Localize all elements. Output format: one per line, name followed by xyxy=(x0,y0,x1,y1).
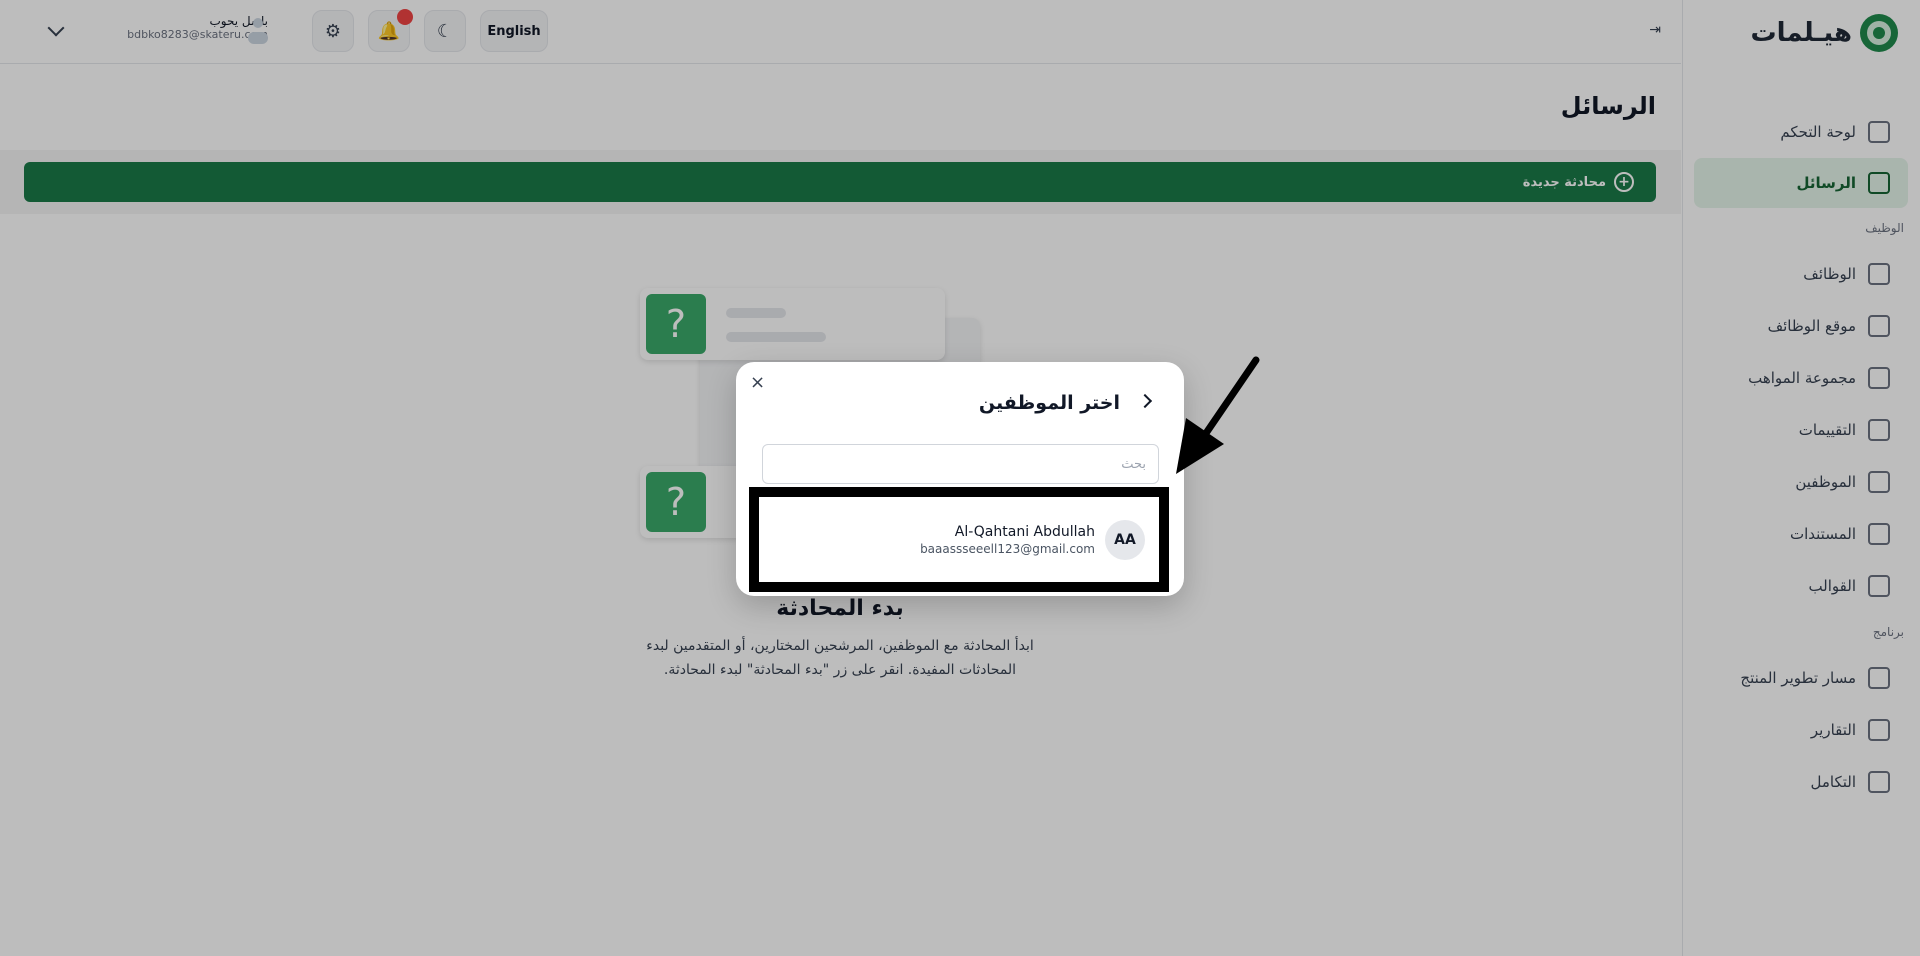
modal-title: اختر الموظفين xyxy=(978,392,1120,414)
select-employees-modal: × اختر الموظفين AA Al-Qahtani Abdullah b… xyxy=(736,362,1184,596)
employee-name: Al-Qahtani Abdullah xyxy=(954,523,1095,540)
employee-list-item[interactable]: AA Al-Qahtani Abdullah baaassseeell123@g… xyxy=(759,497,1159,582)
employee-email: baaassseeell123@gmail.com xyxy=(920,541,1095,556)
employee-info: Al-Qahtani Abdullah baaassseeell123@gmai… xyxy=(920,524,1095,556)
search-input[interactable] xyxy=(762,444,1159,484)
employee-avatar: AA xyxy=(1105,519,1145,560)
chevron-right-icon[interactable] xyxy=(1137,393,1153,409)
annotation-arrow-icon xyxy=(1176,356,1260,474)
employee-list-item-highlight: AA Al-Qahtani Abdullah baaassseeell123@g… xyxy=(749,487,1169,592)
close-icon[interactable]: × xyxy=(750,372,765,393)
